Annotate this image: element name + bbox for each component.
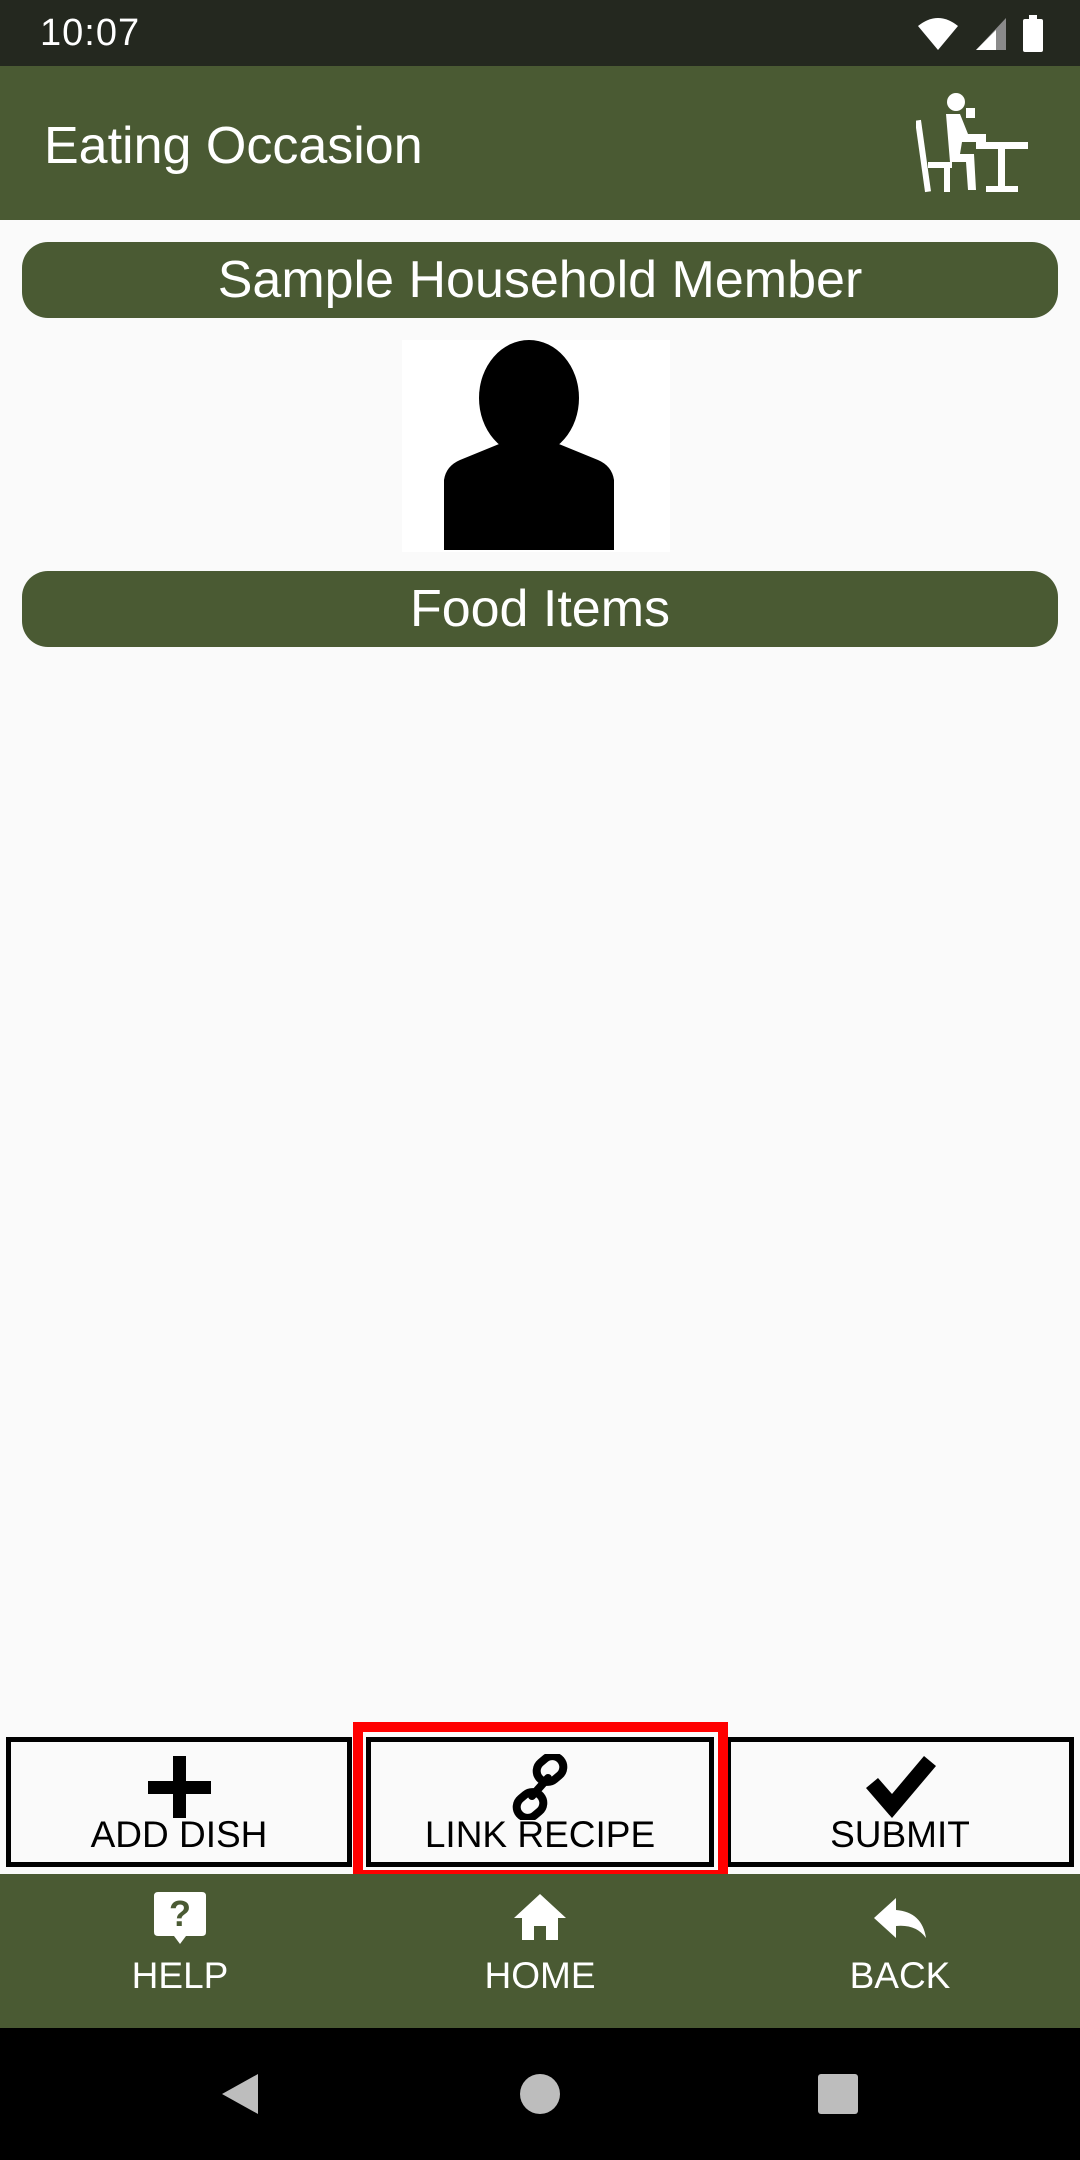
link-recipe-label: LINK RECIPE xyxy=(424,1814,656,1855)
add-dish-button[interactable]: ADD DISH xyxy=(6,1737,352,1867)
help-icon: ? xyxy=(154,1892,206,1944)
nav-back[interactable]: BACK xyxy=(720,1874,1080,2028)
nav-help-label: HELP xyxy=(131,1955,229,1996)
status-icons xyxy=(916,14,1044,54)
app-title: Eating Occasion xyxy=(44,117,423,175)
home-icon xyxy=(514,1894,566,1940)
svg-text:?: ? xyxy=(169,1893,191,1934)
person-silhouette-icon xyxy=(444,340,614,550)
add-dish-label: ADD DISH xyxy=(90,1814,268,1855)
nav-home[interactable]: HOME xyxy=(360,1874,720,2028)
nav-help[interactable]: ? HELP xyxy=(0,1874,360,2028)
system-back-icon[interactable] xyxy=(214,2068,266,2120)
nav-home-label: HOME xyxy=(484,1955,596,1996)
link-recipe-button[interactable]: LINK RECIPE xyxy=(366,1737,714,1867)
dining-person-icon xyxy=(916,93,1028,193)
food-items-list xyxy=(22,660,1058,1720)
app-bar: Eating Occasion xyxy=(0,66,1080,220)
food-items-header: Food Items xyxy=(22,571,1058,647)
battery-icon xyxy=(1023,15,1043,52)
checkmark-icon xyxy=(866,1756,936,1818)
status-bar: 10:07 xyxy=(0,0,1080,66)
bottom-nav: ? HELP HOME BACK xyxy=(0,1874,1080,2028)
nav-back-label: BACK xyxy=(849,1955,951,1996)
link-icon xyxy=(512,1754,568,1820)
system-nav-bar xyxy=(0,2028,1080,2160)
system-home-icon[interactable] xyxy=(514,2068,566,2120)
reply-back-icon xyxy=(874,1898,926,1938)
wifi-icon xyxy=(918,18,958,50)
avatar xyxy=(402,340,670,552)
plus-icon xyxy=(148,1756,211,1818)
member-name-header: Sample Household Member xyxy=(22,242,1058,318)
cell-signal-icon xyxy=(976,18,1006,50)
submit-button[interactable]: SUBMIT xyxy=(726,1737,1074,1867)
status-time: 10:07 xyxy=(40,12,141,54)
system-recents-icon[interactable] xyxy=(812,2068,864,2120)
submit-label: SUBMIT xyxy=(830,1814,970,1855)
screen: 10:07 Eating Occasion Sample Household M… xyxy=(0,0,1080,2160)
